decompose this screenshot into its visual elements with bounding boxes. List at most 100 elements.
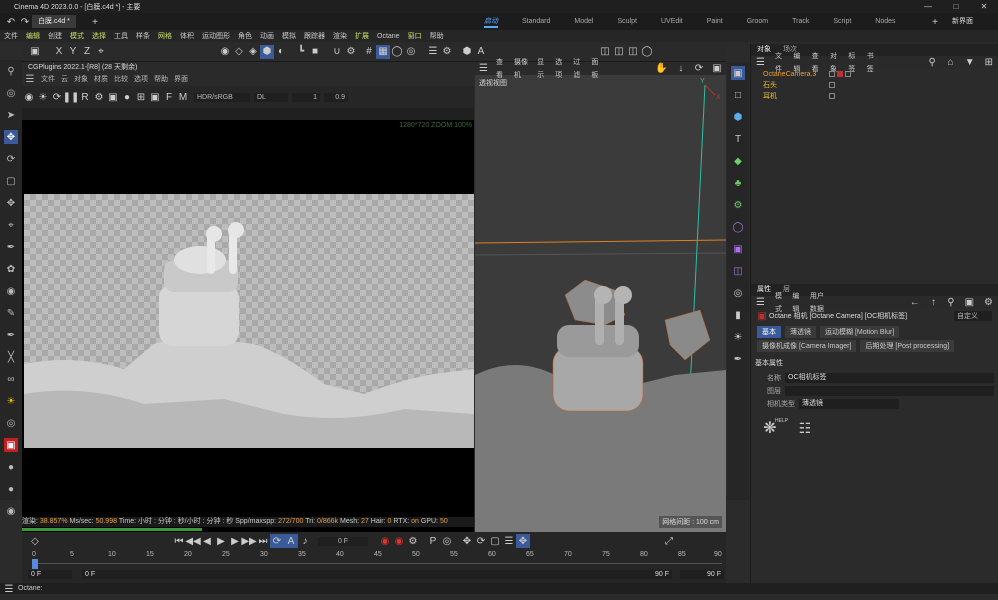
name-field[interactable]: OC相机标签: [785, 373, 994, 383]
key-settings-icon[interactable]: ⚙: [406, 534, 420, 548]
render-queue-icon[interactable]: ◯: [640, 45, 654, 59]
obj-add-icon[interactable]: ⊞: [985, 56, 993, 70]
live-select-icon[interactable]: ◎: [4, 86, 18, 100]
list-item[interactable]: OctaneCamera.3: [751, 69, 998, 80]
start-render-icon[interactable]: ◉: [22, 90, 36, 104]
octane-hdri-icon[interactable]: ◉: [4, 504, 18, 518]
spline-pen-icon[interactable]: ✒: [4, 240, 18, 254]
search-icon[interactable]: ⚲: [4, 64, 18, 78]
magnet-icon[interactable]: ∪: [330, 45, 344, 59]
attr-tab-basic[interactable]: 基本: [757, 326, 781, 338]
rotate-icon[interactable]: ⟳: [4, 152, 18, 166]
camtype-select[interactable]: 薄透镜: [799, 399, 899, 409]
prev-frame-icon[interactable]: ◀: [200, 534, 214, 548]
undo-icon[interactable]: ↶: [4, 15, 18, 29]
timeline-expand-icon[interactable]: ⤢: [662, 534, 676, 548]
rv-menu-cloud[interactable]: 云: [61, 74, 68, 86]
layout-tab-standard[interactable]: Standard: [522, 18, 550, 25]
perspective-viewport[interactable]: ☰ 查看 摄像机 显示 选项 过滤 面板 ✋ ↓ ⟳ ▣ 透视视图 Y X 网格…: [475, 59, 726, 532]
quantize-icon[interactable]: ▦: [376, 44, 390, 59]
max-frame-input[interactable]: 90 F: [680, 570, 724, 579]
value-input-1[interactable]: 1: [292, 92, 320, 102]
text-spline-icon[interactable]: T: [731, 132, 745, 146]
go-end-icon[interactable]: ⏭: [256, 534, 270, 548]
pen-tool-icon[interactable]: ✒: [731, 352, 745, 366]
add-icon[interactable]: ⊞: [134, 90, 148, 104]
attr-tab-motionblur[interactable]: 运动模糊 [Motion Blur]: [820, 326, 900, 338]
key-scale-icon[interactable]: ▢: [488, 534, 502, 548]
transform-icon[interactable]: ✥: [4, 196, 18, 210]
redo-icon[interactable]: ↷: [18, 15, 32, 29]
cube-icon[interactable]: □: [731, 88, 745, 102]
symmetry-icon[interactable]: ☰: [426, 45, 440, 59]
menu-tracker[interactable]: 跟踪器: [304, 31, 325, 41]
menu-select[interactable]: 选择: [92, 31, 106, 41]
points-mode-icon[interactable]: ◇: [232, 45, 246, 59]
range-start-input[interactable]: 0 F: [82, 570, 672, 579]
menu-file[interactable]: 文件: [4, 31, 18, 41]
model-mode-icon[interactable]: ◉: [218, 45, 232, 59]
octane-camera-icon[interactable]: ▣: [4, 438, 18, 452]
attr-tab-postprocessing[interactable]: 后期处理 [Post processing]: [860, 340, 955, 352]
coord-system-icon[interactable]: ⌖: [94, 45, 108, 59]
render-canvas[interactable]: 1280*720 ZOOM:100%: [22, 120, 474, 574]
key-param-icon[interactable]: ☰: [502, 534, 516, 548]
edges-mode-icon[interactable]: ◈: [246, 45, 260, 59]
status-menu-icon[interactable]: ☰: [2, 582, 16, 596]
paint-icon[interactable]: ✒: [4, 328, 18, 342]
cube-primitive-icon[interactable]: ⬢: [731, 110, 745, 124]
attr-tab-imager[interactable]: 摄像机成像 [Camera Imager]: [757, 340, 857, 352]
layout-tab-track[interactable]: Track: [792, 18, 809, 25]
field-icon[interactable]: ◯: [731, 220, 745, 234]
node-editor-icon[interactable]: ☷: [794, 417, 816, 439]
rv-menu-compare[interactable]: 比较: [114, 74, 128, 86]
sun-icon[interactable]: ☀: [36, 90, 50, 104]
sculpt-icon[interactable]: ⬢: [460, 45, 474, 59]
menu-animate[interactable]: 动画: [260, 31, 274, 41]
tab-attributes[interactable]: 属性: [757, 284, 771, 296]
preset-select[interactable]: 自定义: [954, 311, 992, 321]
lock-render-icon[interactable]: ▣: [106, 90, 120, 104]
play-icon[interactable]: ▶: [214, 534, 228, 548]
menu-tools[interactable]: 工具: [114, 31, 128, 41]
axis-z-button[interactable]: Z: [80, 45, 94, 59]
light-icon[interactable]: ☀: [4, 394, 18, 408]
pick-material-icon[interactable]: M: [176, 90, 190, 104]
rv-menu-file[interactable]: 文件: [41, 74, 55, 86]
current-frame-input[interactable]: 0 F: [318, 536, 368, 546]
camera-target-icon[interactable]: ◫: [731, 264, 745, 278]
keyframe-p-icon[interactable]: P: [426, 534, 440, 548]
rv-menu-options[interactable]: 选项: [134, 74, 148, 86]
loop-icon[interactable]: ∞: [4, 372, 18, 386]
menu-edit[interactable]: 编辑: [26, 31, 40, 41]
clay-icon[interactable]: ●: [120, 90, 134, 104]
menu-window[interactable]: 窗口: [408, 31, 422, 41]
material-icon[interactable]: ◉: [4, 284, 18, 298]
record-icon[interactable]: ◉: [378, 534, 392, 548]
up-arrow-icon[interactable]: ↑: [930, 296, 937, 310]
obj-home-icon[interactable]: ⌂: [946, 56, 954, 70]
layout-tab-sculpt[interactable]: Sculpt: [618, 18, 637, 25]
range-end-input[interactable]: 90 F: [652, 570, 672, 579]
menu-mograph[interactable]: 运动图形: [202, 31, 230, 41]
dolly-icon[interactable]: ↓: [676, 62, 686, 76]
objects-hamburger-icon[interactable]: ☰: [756, 56, 765, 70]
octane-sphere2-icon[interactable]: ●: [4, 482, 18, 496]
focus-icon[interactable]: ▣: [148, 90, 162, 104]
menu-create[interactable]: 创建: [48, 31, 62, 41]
workplane-icon[interactable]: ┗: [294, 45, 308, 59]
autokey-mode-icon[interactable]: A: [284, 534, 298, 548]
knife-icon[interactable]: ╳: [4, 350, 18, 364]
sound-icon[interactable]: ♪: [298, 534, 312, 548]
attr-settings-icon[interactable]: ⚙: [984, 296, 993, 310]
menu-character[interactable]: 角色: [238, 31, 252, 41]
view-layout-icon[interactable]: ▣: [712, 62, 722, 76]
target-icon[interactable]: ◯: [390, 45, 404, 59]
menu-octane[interactable]: Octane: [377, 33, 400, 40]
key-rotate-icon[interactable]: ⟳: [474, 534, 488, 548]
menu-extensions[interactable]: 扩展: [355, 31, 369, 41]
value-input-2[interactable]: 0.9: [324, 92, 348, 102]
frame-ruler[interactable]: 0 5 10 15 20 25 30 35 40 45 50 55 60 65 …: [32, 551, 722, 571]
menu-simulate[interactable]: 模拟: [282, 31, 296, 41]
layout-tab-paint[interactable]: Paint: [707, 18, 723, 25]
